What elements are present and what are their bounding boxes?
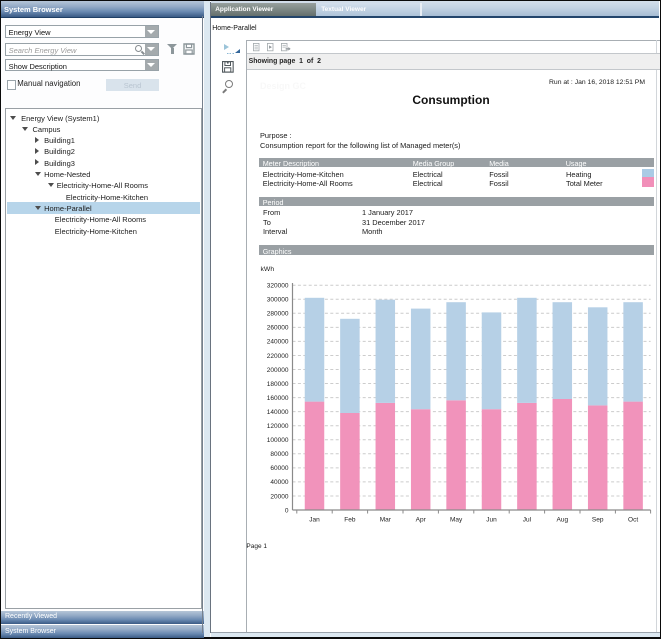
- svg-text:260000: 260000: [267, 325, 289, 332]
- svg-text:80000: 80000: [270, 451, 288, 458]
- svg-text:280000: 280000: [267, 311, 289, 318]
- svg-text:Jul: Jul: [523, 517, 532, 524]
- svg-text:Feb: Feb: [344, 517, 356, 524]
- svg-text:0: 0: [285, 507, 289, 514]
- svg-text:140000: 140000: [267, 409, 289, 416]
- svg-text:40000: 40000: [270, 479, 288, 486]
- svg-text:Mar: Mar: [380, 517, 392, 524]
- svg-text:120000: 120000: [267, 423, 289, 430]
- svg-text:Oct: Oct: [628, 517, 638, 524]
- svg-text:20000: 20000: [270, 493, 288, 500]
- svg-text:300000: 300000: [267, 297, 289, 304]
- svg-text:Jun: Jun: [486, 517, 497, 524]
- svg-text:60000: 60000: [270, 465, 288, 472]
- svg-text:240000: 240000: [267, 339, 289, 346]
- svg-text:200000: 200000: [267, 367, 289, 374]
- svg-text:180000: 180000: [267, 381, 289, 388]
- svg-text:kWh: kWh: [261, 266, 275, 273]
- svg-text:Aug: Aug: [557, 517, 569, 524]
- svg-text:Sep: Sep: [592, 517, 604, 524]
- svg-text:320000: 320000: [267, 283, 289, 290]
- svg-text:May: May: [450, 517, 463, 524]
- svg-text:220000: 220000: [267, 353, 289, 360]
- svg-text:160000: 160000: [267, 395, 289, 402]
- svg-text:Jan: Jan: [309, 517, 320, 524]
- svg-text:Apr: Apr: [416, 517, 427, 524]
- svg-text:100000: 100000: [267, 437, 289, 444]
